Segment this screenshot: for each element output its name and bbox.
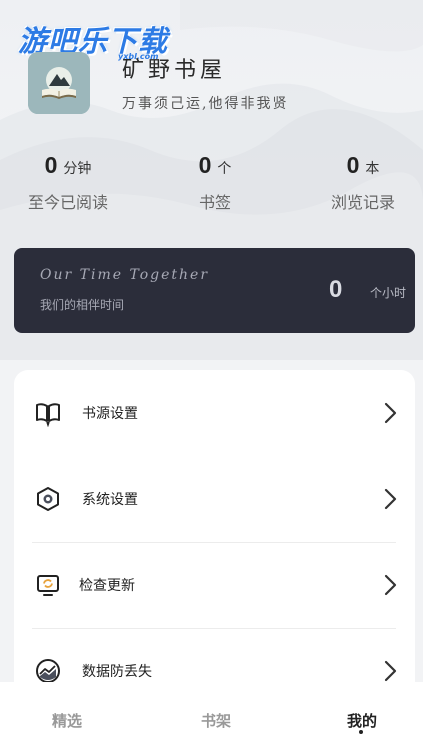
chevron-right-icon: [384, 402, 397, 424]
menu-item-book-source[interactable]: 书源设置: [14, 370, 415, 456]
app-name: 矿野书屋: [122, 58, 227, 83]
app-avatar[interactable]: [28, 52, 90, 114]
together-title: Our Time Together: [40, 267, 210, 283]
menu-label: 书源设置: [82, 406, 138, 422]
together-time-card: Our Time Together 我们的相伴时间 0 个小时: [14, 248, 415, 333]
update-monitor-icon: [34, 571, 62, 599]
stat-label: 书签: [198, 193, 231, 212]
stat-bookmarks[interactable]: 0 个 书签: [170, 152, 260, 213]
menu-label: 检查更新: [79, 578, 135, 594]
stat-value: 0: [44, 152, 58, 178]
settings-hexagon-icon: [34, 485, 62, 513]
stat-label: 浏览记录: [330, 193, 395, 212]
stat-value: 0: [346, 152, 360, 178]
together-subtitle: 我们的相伴时间: [40, 298, 125, 312]
stat-unit: 本: [365, 161, 380, 177]
open-book-icon: [34, 399, 62, 427]
tab-featured[interactable]: 精选: [27, 710, 107, 731]
menu-label: 数据防丢失: [82, 664, 152, 680]
settings-menu: 书源设置 系统设置 检查更新 数据防丢失: [14, 370, 415, 700]
stat-reading-time[interactable]: 0 分钟 至今已阅读: [20, 152, 116, 213]
together-hours-unit: 个小时: [370, 286, 407, 300]
active-tab-indicator: [359, 730, 363, 734]
chevron-right-icon: [384, 660, 397, 682]
menu-item-system-settings[interactable]: 系统设置: [14, 456, 415, 542]
tab-mine[interactable]: 我的: [322, 710, 402, 731]
chevron-right-icon: [384, 488, 397, 510]
stat-unit: 个: [217, 161, 232, 177]
menu-item-check-update[interactable]: 检查更新: [14, 542, 415, 628]
stat-unit: 分钟: [63, 161, 92, 177]
stat-value: 0: [198, 152, 212, 178]
tab-bookshelf[interactable]: 书架: [176, 710, 256, 731]
bottom-tab-bar: 精选 书架 我的: [0, 682, 423, 750]
reading-stats: 0 分钟 至今已阅读 0 个 书签 0 本 浏览记录: [0, 152, 423, 222]
menu-label: 系统设置: [82, 492, 138, 508]
stat-history[interactable]: 0 本 浏览记录: [318, 152, 408, 213]
book-landscape-icon: [28, 52, 90, 114]
stat-label: 至今已阅读: [27, 193, 108, 212]
chevron-right-icon: [384, 574, 397, 596]
app-motto: 万事须己运,他得非我贤: [122, 96, 289, 112]
data-chart-icon: [34, 657, 62, 685]
together-hours: 0: [329, 276, 343, 303]
